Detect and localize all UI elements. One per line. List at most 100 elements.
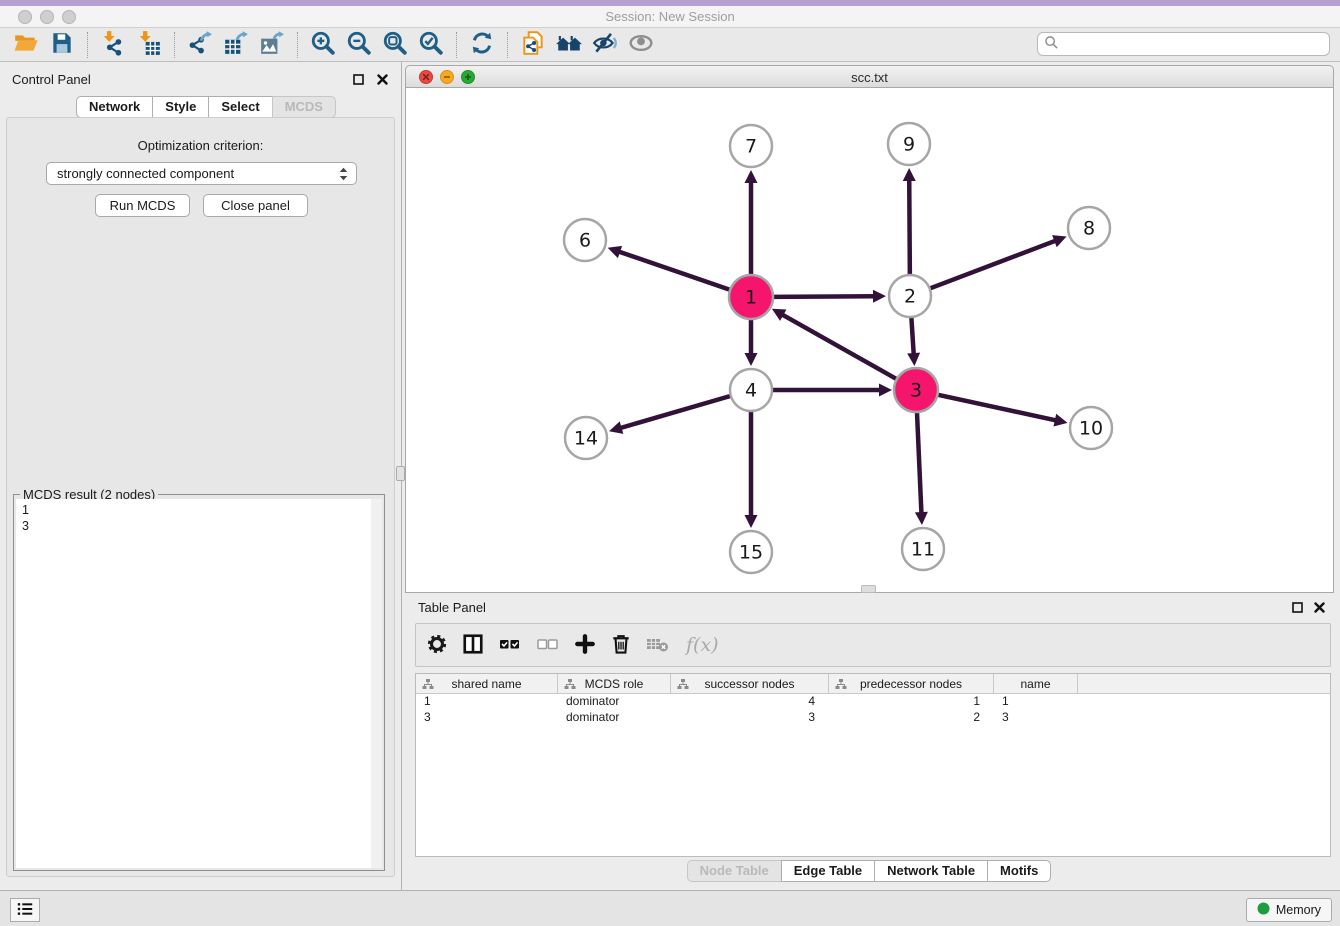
table-panel: Table Panel f(x) shared name MCD xyxy=(405,595,1334,890)
edge-arrowhead xyxy=(745,170,758,183)
table-header-row: shared name MCDS role successor nodes pr… xyxy=(416,674,1330,694)
control-panel-tabs: Network Style Select MCDS xyxy=(77,96,336,118)
minimize-traffic-light[interactable] xyxy=(440,70,454,84)
table-row[interactable]: 3 dominator 3 2 3 xyxy=(416,710,1330,726)
close-panel-icon[interactable] xyxy=(1312,600,1326,614)
search-input[interactable] xyxy=(1059,34,1329,54)
close-traffic-light[interactable] xyxy=(18,10,32,24)
tab-network[interactable]: Network xyxy=(76,96,153,118)
deselect-all-icon[interactable] xyxy=(536,634,560,657)
eye-button[interactable] xyxy=(623,30,659,60)
export-network-button[interactable] xyxy=(182,30,218,60)
tab-network-table[interactable]: Network Table xyxy=(874,860,988,882)
memory-status-icon xyxy=(1257,902,1270,918)
delete-table-icon[interactable] xyxy=(646,634,670,657)
tab-select[interactable]: Select xyxy=(208,96,272,118)
optimization-criterion-select[interactable]: strongly connected component xyxy=(46,162,357,185)
memory-button[interactable]: Memory xyxy=(1246,898,1332,922)
column-label: predecessor nodes xyxy=(860,677,962,691)
zoom-selected-icon xyxy=(418,30,444,59)
save-button[interactable] xyxy=(44,30,80,60)
float-panel-icon[interactable] xyxy=(351,72,365,86)
edge-arrowhead xyxy=(915,512,928,525)
gear-icon[interactable] xyxy=(426,633,448,658)
zoom-fit-button[interactable] xyxy=(377,30,413,60)
copy-network-document-button[interactable] xyxy=(515,30,551,60)
export-table-button[interactable] xyxy=(218,30,254,60)
cell-name: 1 xyxy=(994,694,1078,710)
zoom-selected-button[interactable] xyxy=(413,30,449,60)
cell-name: 3 xyxy=(994,710,1078,726)
tab-style[interactable]: Style xyxy=(152,96,209,118)
mcds-result-textarea[interactable]: 1 3 xyxy=(16,499,371,868)
column-label: name xyxy=(1020,677,1050,691)
edge-3-1[interactable] xyxy=(781,314,896,379)
table-panel-title: Table Panel xyxy=(418,600,486,615)
network-canvas[interactable]: 1234678910111415 xyxy=(405,88,1334,593)
optimization-criterion-label: Optimization criterion: xyxy=(7,138,394,153)
zoom-traffic-light[interactable] xyxy=(461,70,475,84)
hierarchy-icon xyxy=(677,678,689,693)
import-network-button[interactable] xyxy=(95,30,131,60)
table-row[interactable]: 1 dominator 4 1 1 xyxy=(416,694,1330,710)
edge-2-8[interactable] xyxy=(931,240,1057,288)
refresh-button[interactable] xyxy=(464,30,500,60)
home-icon xyxy=(555,30,583,59)
edge-4-14[interactable] xyxy=(620,396,730,428)
zoom-fit-icon xyxy=(382,30,408,59)
import-table-button[interactable] xyxy=(131,30,167,60)
graph-node-label: 8 xyxy=(1083,218,1095,240)
network-window-titlebar[interactable]: scc.txt xyxy=(405,65,1334,88)
close-traffic-light[interactable] xyxy=(419,70,433,84)
column-header-shared-name[interactable]: shared name xyxy=(416,674,558,693)
edge-3-11[interactable] xyxy=(917,412,921,514)
edge-1-2[interactable] xyxy=(773,296,875,297)
close-panel-button[interactable]: Close panel xyxy=(203,194,308,217)
zoom-in-button[interactable] xyxy=(305,30,341,60)
task-history-button[interactable] xyxy=(10,898,40,922)
column-header-mcds-role[interactable]: MCDS role xyxy=(558,674,671,693)
graph-node-label: 15 xyxy=(739,542,763,564)
tab-mcds[interactable]: MCDS xyxy=(272,96,336,118)
edge-1-6[interactable] xyxy=(618,251,730,289)
export-image-button[interactable] xyxy=(254,30,290,60)
search-input-wrap xyxy=(1037,32,1330,56)
hide-eye-button[interactable] xyxy=(587,30,623,60)
vertical-splitter-grip[interactable] xyxy=(396,466,405,481)
horizontal-splitter-grip[interactable] xyxy=(861,585,876,593)
minimize-traffic-light[interactable] xyxy=(40,10,54,24)
zoom-out-button[interactable] xyxy=(341,30,377,60)
tab-edge-table[interactable]: Edge Table xyxy=(781,860,875,882)
cell-shared-name: 1 xyxy=(416,694,558,710)
run-mcds-button[interactable]: Run MCDS xyxy=(95,194,190,217)
edge-arrowhead xyxy=(903,168,916,181)
column-header-predecessor-nodes[interactable]: predecessor nodes xyxy=(829,674,994,693)
zoom-traffic-light[interactable] xyxy=(62,10,76,24)
edge-2-3[interactable] xyxy=(911,318,913,355)
column-header-name[interactable]: name xyxy=(994,674,1078,693)
tab-motifs[interactable]: Motifs xyxy=(987,860,1051,882)
trash-icon[interactable] xyxy=(610,633,632,658)
add-icon[interactable] xyxy=(574,633,596,658)
main-toolbar xyxy=(0,28,1340,62)
float-panel-icon[interactable] xyxy=(1290,600,1304,614)
open-folder-button[interactable] xyxy=(8,30,44,60)
graph-node-label: 4 xyxy=(745,380,757,402)
column-panel-icon[interactable] xyxy=(462,633,484,658)
select-all-icon[interactable] xyxy=(498,634,522,657)
close-panel-icon[interactable] xyxy=(375,72,389,86)
edge-3-10[interactable] xyxy=(937,395,1056,421)
toolbar-separator xyxy=(87,32,88,58)
select-spinner-icon xyxy=(339,166,348,185)
search-icon xyxy=(1044,35,1059,53)
function-icon[interactable]: f(x) xyxy=(686,634,719,656)
network-window-title: scc.txt xyxy=(406,66,1333,89)
mcds-result-scrollbar[interactable] xyxy=(371,499,382,868)
column-header-successor-nodes[interactable]: successor nodes xyxy=(671,674,829,693)
home-button[interactable] xyxy=(551,30,587,60)
graph-node-label: 2 xyxy=(904,286,916,308)
network-view-window: scc.txt 1234678910111415 xyxy=(405,65,1334,593)
control-panel: Control Panel Network Style Select MCDS … xyxy=(0,62,401,890)
tab-node-table[interactable]: Node Table xyxy=(687,860,782,882)
edge-2-9[interactable] xyxy=(909,179,910,274)
